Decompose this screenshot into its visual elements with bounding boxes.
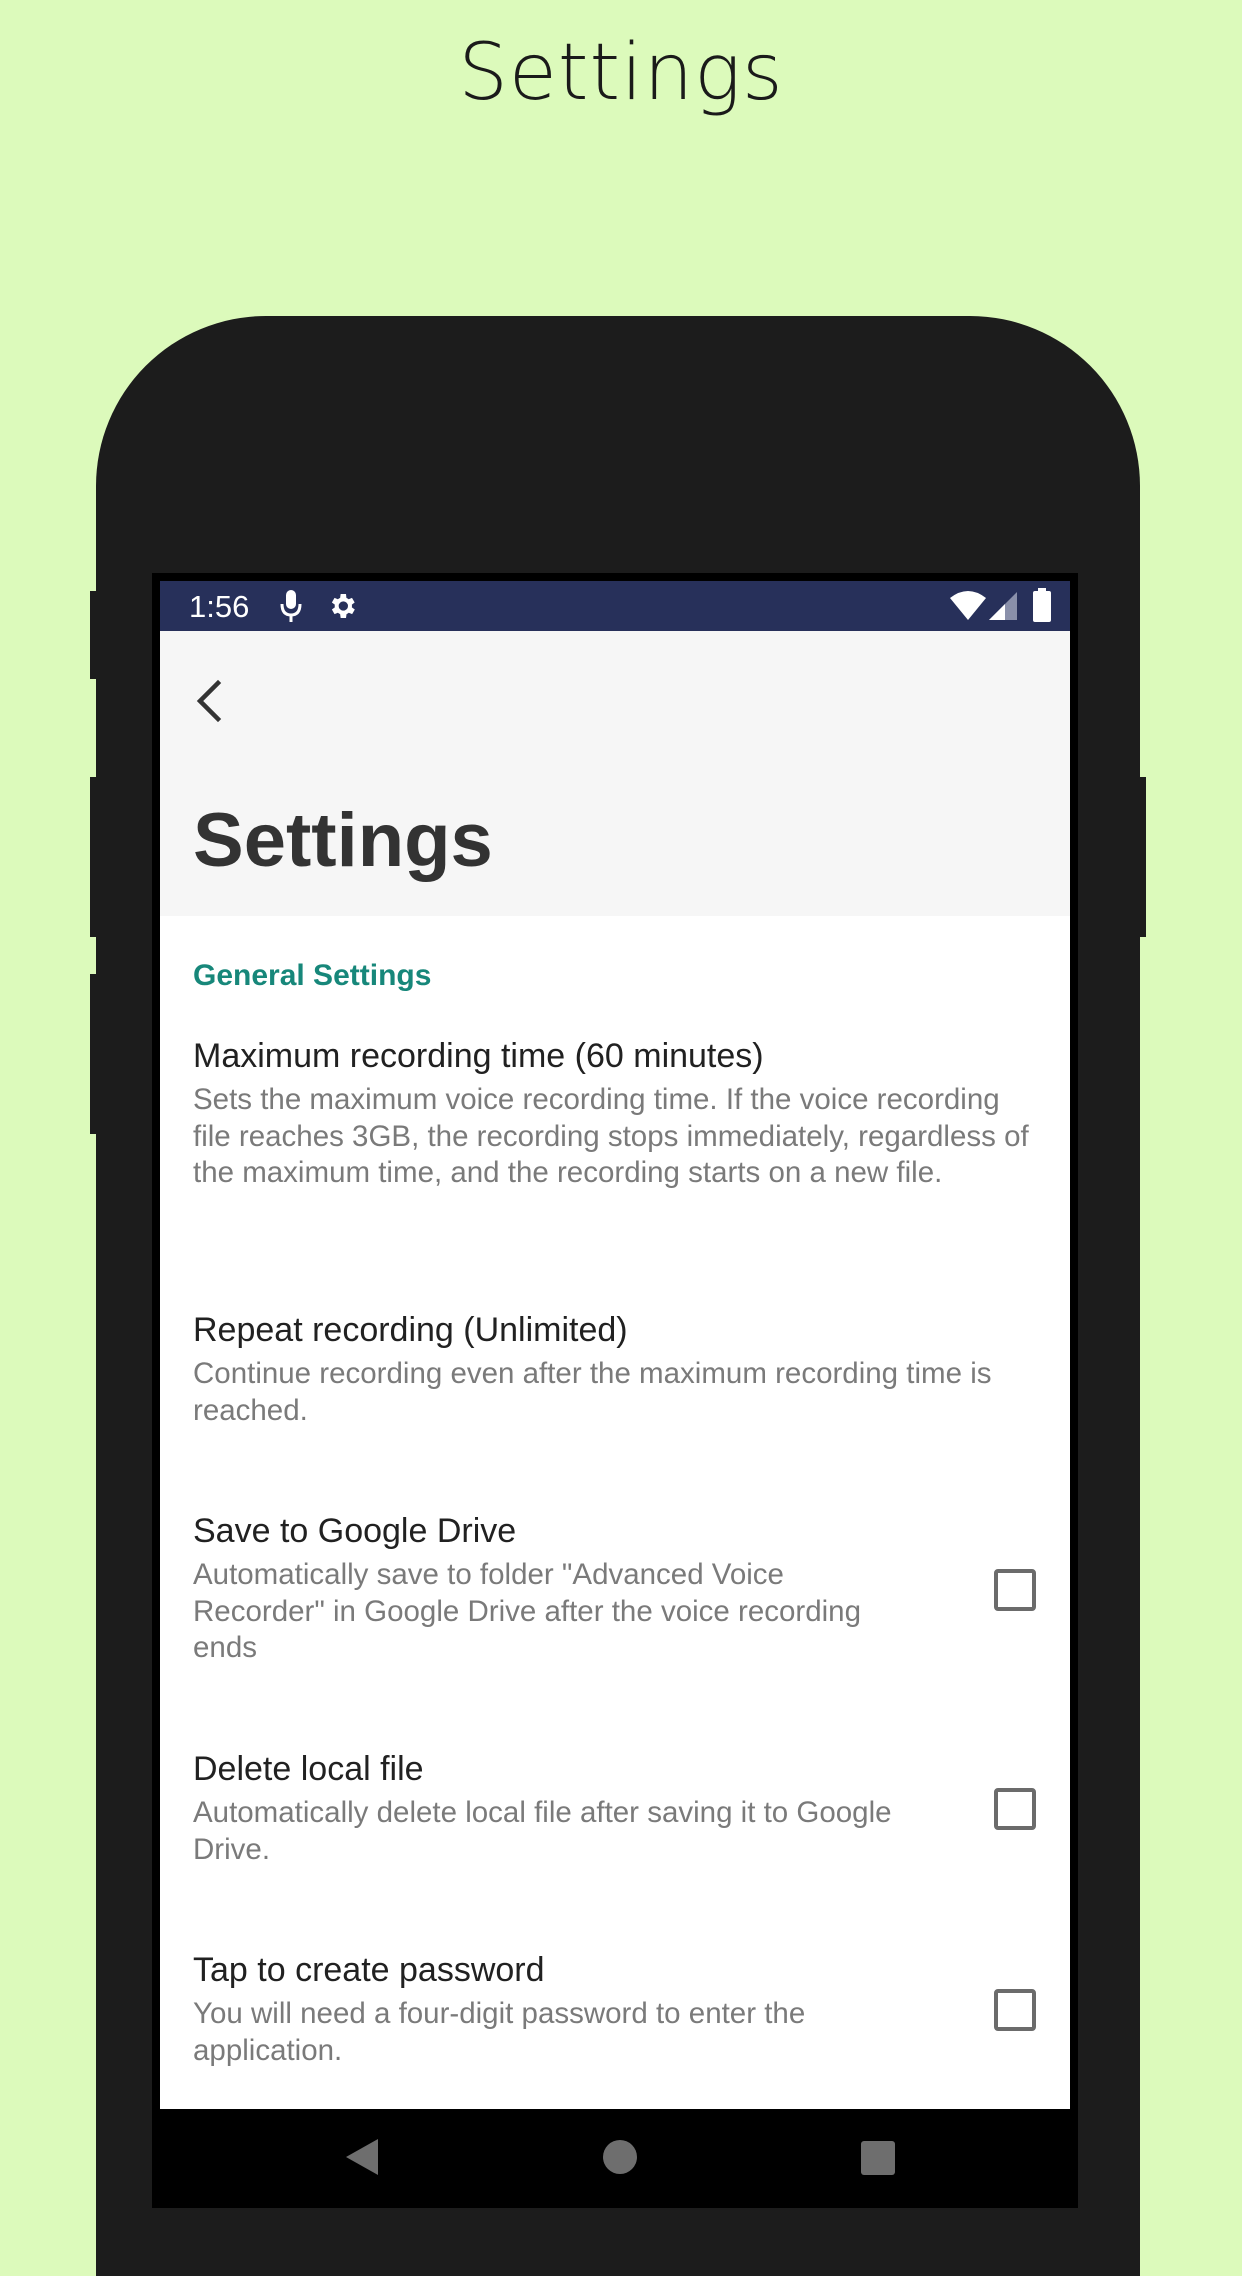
navigation-bar bbox=[160, 2109, 1070, 2208]
section-header-general: General Settings bbox=[193, 959, 432, 992]
wifi-icon bbox=[950, 590, 986, 625]
pref-title: Save to Google Drive bbox=[193, 1512, 517, 1550]
nav-back-icon[interactable] bbox=[344, 2137, 380, 2182]
phone-side-button-left-3 bbox=[90, 974, 100, 1134]
gear-icon bbox=[326, 590, 358, 627]
pref-summary: You will need a four-digit password to e… bbox=[193, 1997, 806, 2067]
page-heading: Settings bbox=[458, 28, 784, 118]
pref-title: Repeat recording (Unlimited) bbox=[193, 1311, 628, 1349]
pref-save-to-google-drive[interactable]: Save to Google Drive Automatically save … bbox=[193, 1509, 923, 1667]
pref-max-recording-time[interactable]: Maximum recording time (60 minutes) Sets… bbox=[193, 1034, 1043, 1192]
app-title: Settings bbox=[193, 798, 493, 883]
phone-side-button-left-2 bbox=[90, 777, 100, 937]
pref-summary: Continue recording even after the maximu… bbox=[193, 1357, 992, 1427]
signal-icon bbox=[989, 592, 1017, 625]
create-password-checkbox[interactable] bbox=[994, 1989, 1036, 2031]
pref-title: Delete local file bbox=[193, 1750, 424, 1788]
pref-summary: Automatically delete local file after sa… bbox=[193, 1796, 892, 1866]
save-to-google-drive-checkbox[interactable] bbox=[994, 1569, 1036, 1611]
status-bar: 1:56 bbox=[160, 581, 1070, 631]
pref-title: Tap to create password bbox=[193, 1951, 545, 1989]
app-bar: Settings bbox=[160, 631, 1070, 916]
pref-title: Maximum recording time (60 minutes) bbox=[193, 1037, 764, 1075]
pref-summary: Sets the maximum voice recording time. I… bbox=[193, 1083, 1029, 1189]
pref-delete-local-file[interactable]: Delete local file Automatically delete l… bbox=[193, 1747, 923, 1868]
delete-local-file-checkbox[interactable] bbox=[994, 1788, 1036, 1830]
pref-repeat-recording[interactable]: Repeat recording (Unlimited) Continue re… bbox=[193, 1308, 1043, 1429]
nav-home-icon[interactable] bbox=[602, 2139, 638, 2180]
pref-create-password[interactable]: Tap to create password You will need a f… bbox=[193, 1948, 923, 2069]
phone-side-button-left-1 bbox=[90, 591, 100, 679]
pref-summary: Automatically save to folder "Advanced V… bbox=[193, 1558, 861, 1664]
mic-icon bbox=[278, 588, 304, 629]
settings-list: General Settings Maximum recording time … bbox=[160, 916, 1070, 2109]
back-arrow-icon[interactable] bbox=[190, 671, 230, 731]
nav-recents-icon[interactable] bbox=[860, 2140, 896, 2181]
status-time: 1:56 bbox=[189, 589, 250, 624]
phone-side-button-right bbox=[1136, 777, 1146, 937]
battery-icon bbox=[1033, 588, 1051, 627]
